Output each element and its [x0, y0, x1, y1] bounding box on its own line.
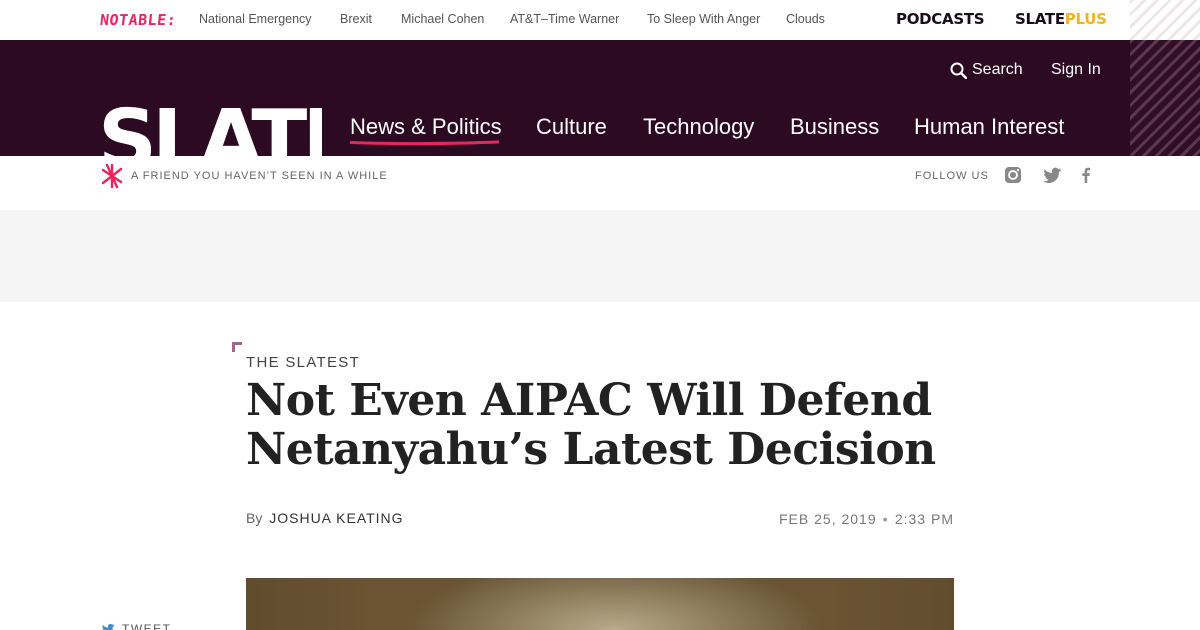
decorative-stripes-dark	[1130, 40, 1200, 156]
trending-link-to-sleep-with-anger[interactable]: To Sleep With Anger	[647, 12, 760, 26]
podcasts-link[interactable]: PODCASTS	[896, 10, 985, 28]
trending-link-michael-cohen[interactable]: Michael Cohen	[401, 12, 484, 26]
nav-business[interactable]: Business	[790, 114, 879, 140]
sub-header: A friend you haven’t seen in a while Fol…	[0, 156, 1200, 210]
nav-technology[interactable]: Technology	[643, 114, 754, 140]
tweet-share-button[interactable]: TWEET	[100, 622, 172, 630]
kicker-corner-mark	[232, 342, 242, 352]
sparkle-icon	[101, 163, 123, 189]
sign-in-link[interactable]: Sign In	[1051, 61, 1101, 79]
article-headline: Not Even AIPAC Will Defend Netanyahu’s L…	[246, 375, 936, 475]
trending-link-clouds[interactable]: Clouds	[786, 12, 825, 26]
slate-plus-word-plus: PLUS	[1064, 10, 1107, 28]
publish-time: 2:33 PM	[894, 511, 954, 527]
slate-plus-link[interactable]: SLATEPLUS	[1015, 10, 1107, 28]
slate-logo-text: SLATE	[100, 93, 322, 156]
search-icon	[950, 62, 967, 79]
trending-bar: NOTABLE: National Emergency Brexit Micha…	[0, 0, 1130, 40]
trending-link-brexit[interactable]: Brexit	[340, 12, 372, 26]
site-header: Search Sign In SLATE News & Politics Cul…	[0, 40, 1130, 156]
nav-human-interest[interactable]: Human Interest	[914, 114, 1064, 140]
nav-news-politics[interactable]: News & Politics	[350, 114, 502, 140]
tweet-label: TWEET	[122, 622, 172, 630]
hero-image-shade	[246, 578, 954, 630]
date-separator-dot: •	[882, 511, 889, 527]
instagram-icon[interactable]	[1003, 165, 1023, 185]
facebook-icon[interactable]	[1076, 165, 1096, 185]
section-kicker[interactable]: The Slatest	[246, 354, 360, 371]
search-label: Search	[972, 61, 1023, 78]
search-button[interactable]: Search	[950, 61, 1023, 79]
slate-logo-mark: SLATE	[100, 93, 322, 156]
publish-datetime: FEB 25, 2019 • 2:33 PM	[779, 511, 954, 527]
twitter-icon[interactable]	[1042, 165, 1062, 185]
follow-us-label: Follow us	[915, 170, 989, 182]
active-nav-underline	[350, 140, 499, 145]
twitter-share-icon	[102, 623, 115, 630]
trending-link-national-emergency[interactable]: National Emergency	[199, 12, 312, 26]
slate-plus-word-slate: SLATE	[1015, 10, 1065, 28]
byline: By Joshua Keating	[246, 510, 404, 526]
slate-logo[interactable]: SLATE	[100, 90, 322, 156]
trending-link-att-time-warner[interactable]: AT&T–Time Warner	[510, 12, 619, 26]
byline-prefix: By	[246, 510, 263, 526]
publish-date: FEB 25, 2019	[779, 511, 877, 527]
ad-slot	[0, 210, 1200, 302]
nav-culture[interactable]: Culture	[536, 114, 607, 140]
notable-label: NOTABLE:	[99, 11, 178, 29]
tagline: A friend you haven’t seen in a while	[131, 170, 388, 182]
author-link[interactable]: Joshua Keating	[269, 510, 403, 526]
